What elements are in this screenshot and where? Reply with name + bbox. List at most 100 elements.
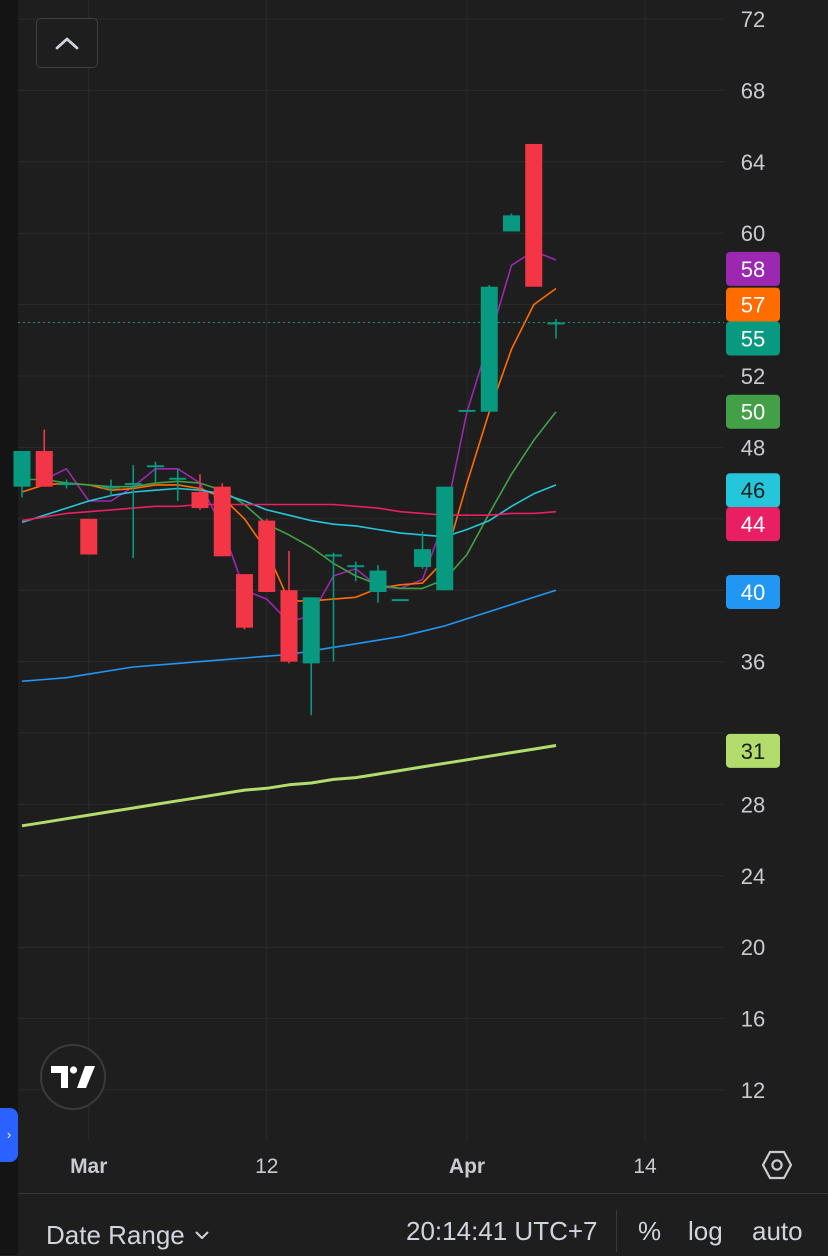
- moving-averages: [21, 250, 557, 828]
- price-axis-tick-label: 64: [741, 150, 765, 175]
- chevron-down-icon: [195, 1231, 209, 1239]
- candle-body: [480, 286, 498, 412]
- price-axis-tick-label: 52: [741, 364, 765, 389]
- price-label-text: 46: [741, 478, 765, 503]
- price-axis[interactable]: 12 16 20 24 28 36 48 52 60 64 68 72: [741, 7, 765, 1103]
- moving-average-line: [21, 744, 557, 828]
- price-label-badge: 50: [726, 394, 780, 429]
- price-label-text: 55: [741, 327, 765, 352]
- time-axis-tick-label: Mar: [70, 1155, 107, 1178]
- date-range-button[interactable]: Date Range: [46, 1216, 209, 1251]
- side-toggle-button[interactable]: ›: [0, 1108, 18, 1162]
- candle-body: [258, 520, 276, 592]
- candle: [236, 574, 253, 630]
- chevron-right-icon: ›: [6, 1127, 12, 1142]
- candle: [525, 143, 543, 287]
- candle: [124, 465, 142, 559]
- candle-body: [302, 597, 320, 664]
- candle-body: [58, 483, 75, 486]
- candle: [480, 284, 498, 412]
- price-label-text: 58: [741, 257, 765, 282]
- clock-timezone[interactable]: 20:14:41 UTC+7: [406, 1216, 598, 1247]
- candle: [58, 479, 75, 489]
- date-range-label: Date Range: [46, 1220, 185, 1250]
- price-label-badge: 40: [726, 574, 780, 609]
- candle-body: [436, 486, 454, 591]
- candle-body: [102, 486, 120, 489]
- price-label-text: 57: [741, 293, 765, 318]
- candle: [147, 461, 164, 484]
- price-label-badge: 55: [726, 321, 780, 356]
- time-axis[interactable]: Mar 12 Apr 14: [70, 1155, 657, 1178]
- candle: [414, 531, 431, 569]
- time-axis-tick-label: 14: [633, 1155, 657, 1178]
- candle-body: [191, 492, 209, 509]
- candle-body: [414, 549, 431, 567]
- price-label-text: 44: [741, 512, 765, 537]
- candle: [80, 518, 98, 555]
- toolbar-divider: [616, 1210, 617, 1252]
- price-label-text: 31: [741, 739, 765, 764]
- price-axis-tick-label: 20: [741, 935, 765, 960]
- candle: [391, 599, 409, 602]
- auto-scale-toggle[interactable]: auto: [752, 1216, 803, 1247]
- time-axis-tick-label: 12: [255, 1155, 278, 1178]
- candle-body: [503, 215, 520, 232]
- price-label-badge: 58: [726, 251, 780, 286]
- candle: [547, 318, 565, 339]
- price-axis-tick-label: 72: [741, 7, 765, 32]
- candle: [102, 479, 120, 496]
- candle-body: [525, 143, 543, 287]
- candle-body: [369, 570, 387, 592]
- time-axis-tick-label: Apr: [449, 1155, 485, 1178]
- percent-scale-toggle[interactable]: %: [638, 1216, 661, 1247]
- price-labels: 58 57 55 50 46 44 40 31: [726, 251, 780, 768]
- tradingview-logo-icon[interactable]: [40, 1044, 106, 1110]
- candle-body: [147, 465, 164, 468]
- log-scale-toggle[interactable]: log: [688, 1216, 723, 1247]
- collapse-button[interactable]: [36, 18, 98, 68]
- price-axis-tick-label: 12: [741, 1078, 765, 1103]
- candle-body: [547, 322, 565, 325]
- price-axis-tick-label: 28: [741, 792, 765, 817]
- price-axis-tick-label: 60: [741, 221, 765, 246]
- chevron-up-icon: [55, 37, 79, 50]
- candle-body: [347, 565, 365, 568]
- candle-body: [213, 486, 231, 557]
- price-axis-tick-label: 36: [741, 650, 765, 675]
- candle-body: [280, 590, 298, 662]
- price-label-text: 50: [741, 400, 765, 425]
- chart-settings-button[interactable]: [760, 1148, 794, 1182]
- price-label-badge: 57: [726, 287, 780, 322]
- price-axis-tick-label: 68: [741, 78, 765, 103]
- price-label-text: 40: [741, 580, 765, 605]
- bottom-toolbar: Date Range 20:14:41 UTC+7 % log auto: [18, 1193, 828, 1256]
- price-axis-tick-label: 24: [741, 864, 765, 889]
- candle-body: [35, 450, 53, 487]
- price-label-badge: 46: [726, 473, 780, 508]
- price-label-badge: 31: [726, 733, 780, 768]
- candle-body: [458, 409, 476, 412]
- candle: [258, 518, 276, 592]
- candle-body: [391, 599, 409, 602]
- candle-body: [13, 450, 31, 487]
- candle: [436, 486, 454, 591]
- moving-average-line: [43, 250, 557, 624]
- price-label-badge: 44: [726, 507, 780, 542]
- candles: [13, 143, 565, 716]
- candle: [302, 597, 320, 716]
- hexagon-settings-icon: [761, 1150, 793, 1180]
- candle-body: [80, 518, 98, 555]
- moving-average-line: [21, 503, 557, 522]
- price-chart[interactable]: 12 16 20 24 28 36 48 52 60 64 68 72 58 57 55 50 46 44 40 3…: [0, 0, 828, 1193]
- candle: [458, 409, 476, 412]
- candle: [369, 565, 387, 603]
- price-axis-tick-label: 48: [741, 435, 765, 460]
- candle: [213, 483, 231, 557]
- chart-grid: [18, 0, 724, 1140]
- candle-body: [124, 483, 142, 486]
- price-axis-tick-label: 16: [741, 1007, 765, 1032]
- candle-body: [236, 574, 253, 628]
- candle: [503, 213, 520, 232]
- candle: [35, 429, 53, 487]
